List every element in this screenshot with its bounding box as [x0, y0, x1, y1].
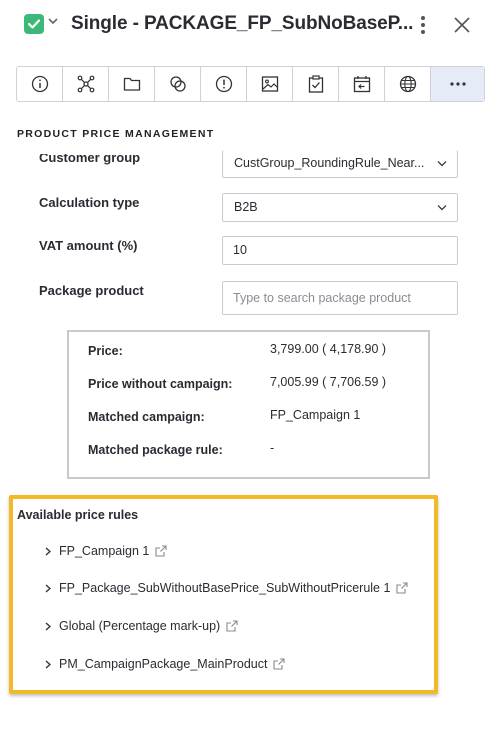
tab-folder[interactable]	[109, 67, 155, 101]
chevron-right-icon[interactable]	[45, 659, 51, 669]
calculation-type-value: B2B	[234, 200, 258, 214]
vat-amount-value: 10	[233, 243, 247, 257]
vat-amount-input[interactable]: 10	[222, 236, 458, 265]
available-price-rules-title: Available price rules	[17, 508, 139, 522]
matched-campaign-value: FP_Campaign 1	[270, 408, 361, 422]
calculation-type-select[interactable]: B2B	[222, 193, 458, 222]
panel-header: Single - PACKAGE_FP_SubNoBaseP...	[0, 0, 499, 52]
alert-icon	[215, 75, 232, 93]
tab-schedule[interactable]	[339, 67, 385, 101]
price-rule-label[interactable]: Global (Percentage mark-up)	[59, 619, 220, 633]
price-label: Price:	[88, 344, 123, 358]
external-link-icon[interactable]	[155, 545, 167, 557]
price-without-campaign-label: Price without campaign:	[88, 377, 233, 391]
customer-group-label: Customer group	[39, 154, 141, 165]
tab-toolbar	[16, 66, 485, 102]
chevron-down-icon[interactable]	[48, 17, 58, 25]
tab-relations[interactable]	[63, 67, 109, 101]
price-without-campaign-value: 7,005.99 ( 7,706.59 )	[270, 375, 387, 389]
price-rule-label[interactable]: FP_Package_SubWithoutBasePrice_SubWithou…	[59, 581, 390, 595]
available-price-rules-panel: Available price rules FP_Campaign 1 FP_P…	[9, 495, 438, 694]
chevron-down-icon	[437, 161, 447, 167]
package-product-label: Package product	[39, 283, 144, 298]
tab-info[interactable]	[17, 67, 63, 101]
chevron-right-icon[interactable]	[45, 546, 51, 556]
tab-localization[interactable]	[385, 67, 431, 101]
image-icon	[261, 76, 278, 92]
section-title: PRODUCT PRICE MANAGEMENT	[17, 128, 215, 140]
external-link-icon[interactable]	[396, 582, 408, 594]
tab-more[interactable]	[431, 67, 484, 101]
status-check-icon[interactable]	[24, 14, 44, 34]
tab-media[interactable]	[247, 67, 293, 101]
price-rule-label[interactable]: FP_Campaign 1	[59, 544, 149, 558]
network-icon	[77, 75, 94, 93]
vat-amount-label: VAT amount (%)	[39, 238, 138, 253]
customer-group-select[interactable]: CustGroup_RoundingRule_Near...	[222, 150, 458, 178]
matched-package-rule-label: Matched package rule:	[88, 443, 223, 457]
price-value: 3,799.00 ( 4,178.90 )	[270, 342, 387, 356]
price-summary-box: Price: 3,799.00 ( 4,178.90 ) Price witho…	[67, 330, 430, 479]
info-icon	[31, 75, 48, 93]
price-rule-item[interactable]: Global (Percentage mark-up)	[45, 617, 238, 635]
chevron-right-icon[interactable]	[45, 621, 51, 631]
package-product-placeholder: Type to search package product	[233, 291, 411, 305]
tab-alerts[interactable]	[201, 67, 247, 101]
chevron-right-icon[interactable]	[45, 583, 51, 593]
close-icon[interactable]	[452, 15, 472, 35]
matched-campaign-label: Matched campaign:	[88, 410, 205, 424]
link-icon	[169, 76, 186, 92]
price-rule-item[interactable]: FP_Campaign 1	[45, 542, 167, 560]
price-rule-item[interactable]: PM_CampaignPackage_MainProduct	[45, 655, 286, 673]
package-product-search-input[interactable]: Type to search package product	[222, 281, 458, 315]
tab-tasks[interactable]	[293, 67, 339, 101]
external-link-icon[interactable]	[273, 658, 286, 670]
calendar-icon	[353, 76, 370, 93]
chevron-down-icon	[437, 205, 447, 211]
matched-package-rule-value: -	[270, 441, 275, 455]
panel-title: Single - PACKAGE_FP_SubNoBaseP...	[71, 13, 414, 34]
globe-icon	[399, 75, 416, 93]
external-link-icon[interactable]	[226, 620, 238, 632]
customer-group-value: CustGroup_RoundingRule_Near...	[234, 156, 425, 170]
calculation-type-label: Calculation type	[39, 195, 140, 210]
more-icon	[449, 82, 466, 86]
price-rule-item[interactable]: FP_Package_SubWithoutBasePrice_SubWithou…	[45, 579, 408, 597]
folder-icon	[123, 77, 140, 91]
price-rule-label[interactable]: PM_CampaignPackage_MainProduct	[59, 657, 267, 671]
tab-links[interactable]	[155, 67, 201, 101]
more-options-icon[interactable]	[415, 13, 431, 37]
clipboard-check-icon	[308, 75, 323, 93]
